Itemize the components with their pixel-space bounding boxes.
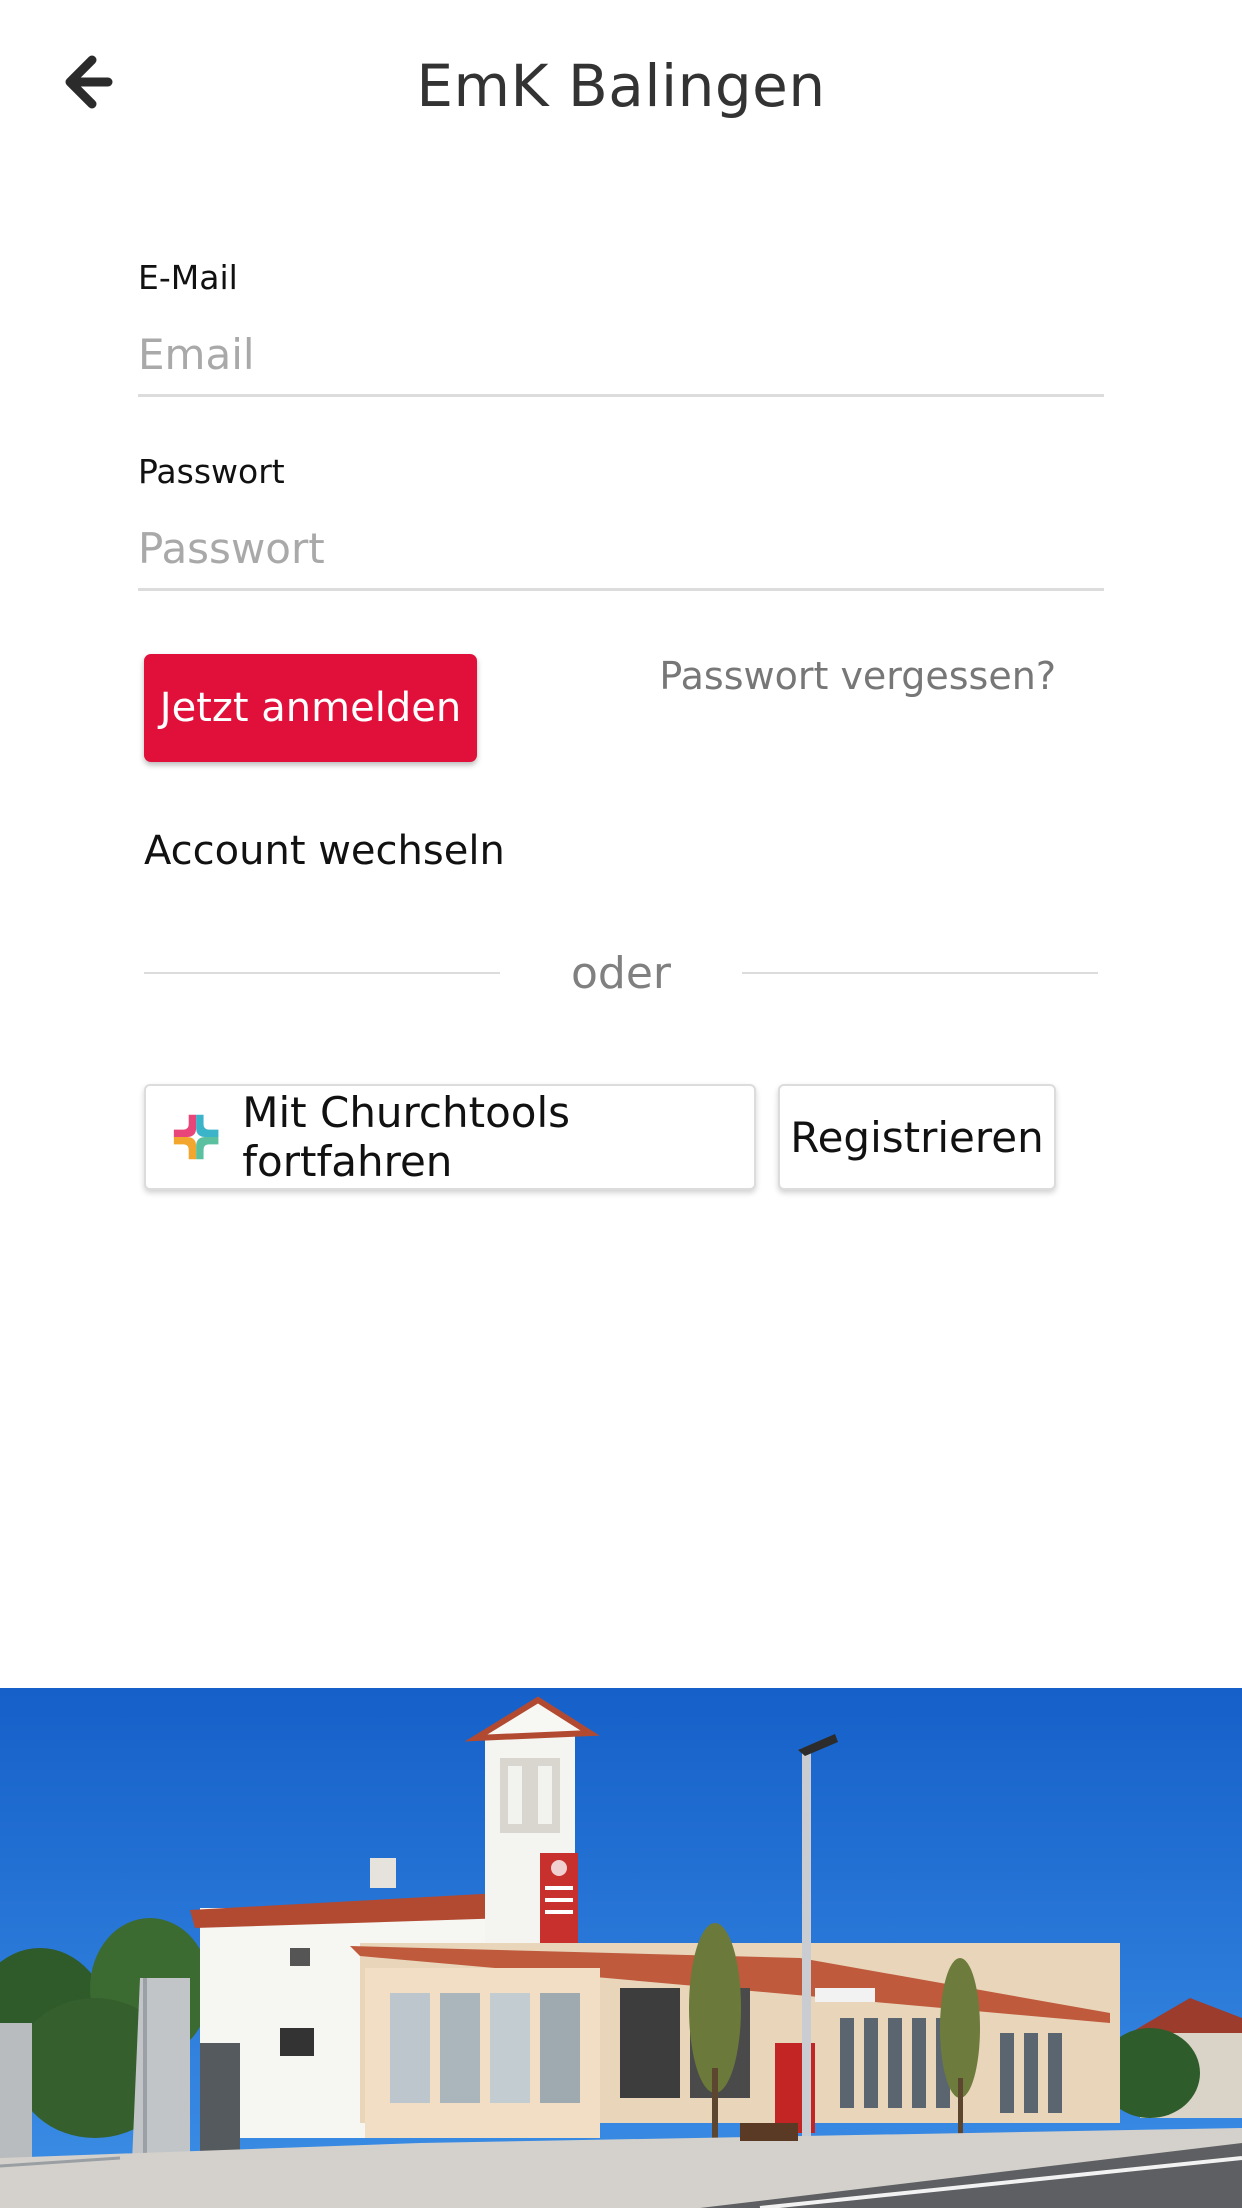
- password-field[interactable]: [138, 508, 1104, 591]
- login-button[interactable]: Jetzt anmelden: [144, 654, 477, 762]
- divider-line-right: [742, 972, 1098, 974]
- church-building-image: [0, 1688, 1242, 2208]
- churchtools-logo-icon: [173, 1114, 219, 1160]
- email-field[interactable]: [138, 314, 1104, 397]
- password-label: Passwort: [138, 452, 285, 491]
- churchtools-login-label: Mit Churchtools fortfahren: [242, 1088, 571, 1186]
- church-photo: [0, 1688, 1242, 2208]
- register-button[interactable]: Registrieren: [778, 1084, 1056, 1190]
- churchtools-login-button[interactable]: Mit Churchtools fortfahren: [144, 1084, 756, 1190]
- email-label: E-Mail: [138, 258, 238, 297]
- switch-account-link[interactable]: Account wechseln: [144, 828, 505, 874]
- forgot-password-link[interactable]: Passwort vergessen?: [659, 654, 1056, 698]
- page-title: EmK Balingen: [416, 52, 826, 120]
- app-header: EmK Balingen: [0, 0, 1242, 180]
